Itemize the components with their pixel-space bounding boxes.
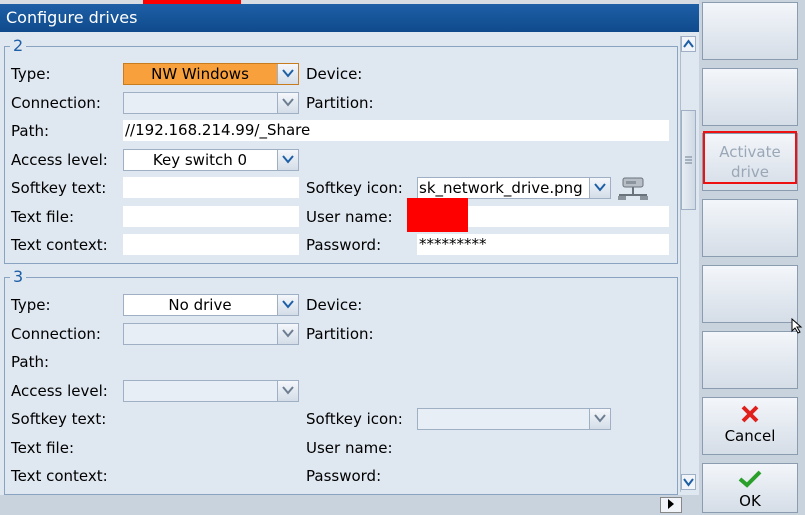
network-drive-icon	[618, 177, 648, 200]
user-name-label: User name:	[306, 439, 393, 457]
drive-number-2: 2	[10, 38, 27, 54]
chevron-down-icon[interactable]	[277, 295, 298, 315]
drive2-access-level-value: Key switch 0	[152, 151, 248, 169]
drive2-password-input[interactable]: *********	[417, 234, 669, 255]
password-label: Password:	[306, 467, 382, 485]
text-file-label: Text file:	[11, 208, 75, 226]
drive2-path-input[interactable]: //192.168.214.99/_Share	[123, 120, 669, 141]
device-label: Device:	[306, 65, 363, 83]
softkey-icon-label: Softkey icon:	[306, 179, 403, 197]
chevron-down-icon[interactable]	[277, 381, 298, 401]
scroll-thumb[interactable]	[681, 110, 696, 210]
softkey-4[interactable]	[702, 199, 798, 257]
mouse-cursor-icon	[791, 318, 803, 334]
text-context-label: Text context:	[11, 467, 108, 485]
softkey-6[interactable]	[702, 331, 798, 389]
drive2-softkey-icon-value: sk_network_drive.png	[419, 179, 583, 197]
vertical-scrollbar[interactable]	[680, 36, 696, 492]
drive3-access-level-select[interactable]	[123, 380, 299, 402]
softkey-2[interactable]	[702, 68, 798, 126]
cancel-button[interactable]: Cancel	[702, 397, 798, 455]
drive2-connection-select[interactable]	[123, 92, 299, 114]
partition-label: Partition:	[306, 325, 374, 343]
chevron-down-icon[interactable]	[277, 64, 298, 84]
grip-icon	[685, 156, 692, 164]
password-label: Password:	[306, 236, 382, 254]
chevron-down-icon[interactable]	[277, 150, 298, 170]
scroll-right-button[interactable]	[660, 497, 682, 513]
ok-button[interactable]: OK	[702, 463, 798, 513]
device-label: Device:	[306, 296, 363, 314]
partition-label: Partition:	[306, 94, 374, 112]
softkey-text-label: Softkey text:	[11, 179, 107, 197]
drive-config-panel: 2 Type: NW Windows Device: Connection: P…	[0, 32, 699, 495]
drive2-text-file-input[interactable]	[123, 206, 299, 227]
softkey-text-label: Softkey text:	[11, 410, 107, 428]
cancel-label: Cancel	[724, 427, 776, 445]
chevron-down-icon[interactable]	[277, 93, 298, 113]
drive3-connection-select[interactable]	[123, 323, 299, 345]
scroll-up-button[interactable]	[681, 36, 696, 52]
chevron-down-icon[interactable]	[589, 409, 610, 429]
drive-number-3: 3	[10, 269, 27, 285]
drive3-type-value: No drive	[168, 296, 232, 314]
chevron-down-icon[interactable]	[589, 178, 610, 198]
text-context-label: Text context:	[11, 236, 108, 254]
access-level-label: Access level:	[11, 151, 108, 169]
ok-label: OK	[739, 492, 761, 510]
checkmark-icon	[738, 470, 762, 488]
chevron-down-icon[interactable]	[277, 324, 298, 344]
user-name-label: User name:	[306, 208, 393, 226]
connection-label: Connection:	[11, 94, 101, 112]
path-label: Path:	[11, 122, 50, 140]
drive3-softkey-icon-select[interactable]	[417, 408, 611, 430]
drive2-access-level-select[interactable]: Key switch 0	[123, 149, 299, 171]
drive2-type-select[interactable]: NW Windows	[123, 63, 299, 85]
drive2-softkey-icon-select[interactable]: sk_network_drive.png	[417, 177, 611, 199]
softkey-icon-label: Softkey icon:	[306, 410, 403, 428]
scroll-down-button[interactable]	[681, 474, 696, 490]
type-label: Type:	[11, 65, 51, 83]
drive2-softkey-text-input[interactable]	[123, 177, 299, 198]
softkey-1[interactable]	[702, 2, 798, 60]
close-x-icon	[741, 405, 759, 423]
chevron-down-icon	[683, 478, 694, 487]
bottom-bar	[0, 495, 699, 515]
drive2-text-context-input[interactable]	[123, 234, 299, 255]
path-label: Path:	[11, 353, 50, 371]
softkey-5[interactable]	[702, 265, 798, 323]
access-level-label: Access level:	[11, 382, 108, 400]
chevron-up-icon	[683, 39, 694, 48]
red-highlight-activate-drive	[703, 131, 797, 184]
chevron-right-icon	[668, 499, 674, 509]
drive3-type-select[interactable]: No drive	[123, 294, 299, 316]
type-label: Type:	[11, 296, 51, 314]
text-file-label: Text file:	[11, 439, 75, 457]
window-title: Configure drives	[0, 4, 699, 32]
vertical-softkey-bar: Activate drive Cancel OK	[699, 0, 805, 515]
red-redaction-box	[407, 198, 468, 232]
drive2-type-value: NW Windows	[151, 65, 249, 83]
connection-label: Connection:	[11, 325, 101, 343]
